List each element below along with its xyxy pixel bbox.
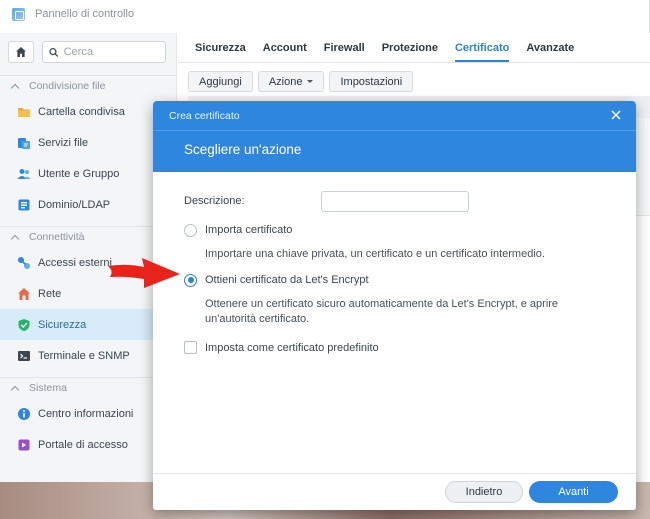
dialog-titlebar: Crea certificato (153, 101, 636, 131)
section-system[interactable]: Sistema (0, 377, 176, 398)
sidebar-item-label: Dominio/LDAP (38, 198, 111, 211)
sidebar-item-domain-ldap[interactable]: Dominio/LDAP (0, 189, 176, 220)
search-input[interactable] (63, 46, 165, 58)
description-row: Descrizione: (184, 190, 605, 212)
dialog-heading: Scegliere un'azione (184, 142, 302, 157)
red-arrow-annotation (108, 258, 180, 288)
next-button[interactable]: Avanti (529, 481, 618, 503)
folder-icon (17, 105, 31, 119)
directory-icon (17, 198, 31, 212)
sidebar-item-label: Accessi esterni (38, 256, 112, 269)
import-help-text: Importare una chiave privata, un certifi… (205, 248, 545, 260)
sidebar-item-label: Sicurezza (38, 318, 87, 331)
dialog-footer: Indietro Avanti (153, 473, 636, 510)
sidebar-item-security[interactable]: Sicurezza (0, 309, 162, 340)
sidebar-search-row (0, 33, 176, 69)
add-button[interactable]: Aggiungi (188, 71, 253, 92)
tab-security[interactable]: Sicurezza (195, 42, 246, 62)
home-button[interactable] (8, 41, 34, 63)
users-icon (17, 167, 31, 181)
settings-button-label: Impostazioni (340, 75, 403, 88)
network-icon (17, 287, 31, 301)
action-dropdown-label: Azione (268, 75, 303, 88)
section-label: Connettività (29, 231, 85, 243)
section-file-sharing[interactable]: Condivisione file (0, 75, 176, 96)
tab-protection[interactable]: Protezione (382, 42, 438, 62)
chevron-up-icon (10, 83, 20, 92)
dialog-body: Descrizione: Importa certificato Importa… (153, 190, 636, 354)
window-title: Pannello di controllo (35, 8, 135, 20)
sidebar-item-users[interactable]: Utente e Gruppo (0, 158, 176, 189)
section-label: Condivisione file (29, 80, 106, 92)
add-button-label: Aggiungi (199, 75, 242, 88)
sidebar-item-shared-folder[interactable]: Cartella condivisa (0, 96, 176, 127)
sidebar-item-label: Servizi file (38, 136, 89, 149)
create-certificate-dialog: Crea certificato Scegliere un'azione Des… (153, 101, 636, 510)
chevron-up-icon (10, 234, 20, 243)
caret-down-icon (307, 80, 314, 83)
external-access-icon (17, 256, 31, 270)
close-button[interactable] (610, 109, 622, 121)
sidebar-item-terminal-snmp[interactable]: Terminale e SNMP (0, 340, 176, 371)
close-icon (611, 110, 621, 120)
description-input[interactable] (321, 190, 469, 212)
tab-advanced[interactable]: Avanzate (526, 42, 574, 62)
search-icon (49, 47, 59, 57)
sidebar-item-label: Centro informazioni (38, 407, 134, 420)
action-dropdown[interactable]: Azione (257, 71, 325, 92)
tab-account[interactable]: Account (263, 42, 307, 62)
sidebar-item-label: Utente e Gruppo (38, 167, 120, 180)
back-button[interactable]: Indietro (445, 481, 523, 503)
tab-firewall[interactable]: Firewall (324, 42, 365, 62)
file-services-icon (17, 136, 31, 150)
control-panel-icon (12, 7, 25, 21)
lets-encrypt-radio-label: Ottieni certificato da Let's Encrypt (205, 274, 369, 286)
info-icon (17, 407, 31, 421)
home-icon (16, 47, 26, 57)
section-label: Sistema (29, 382, 67, 394)
sidebar-item-label: Rete (38, 287, 62, 300)
sidebar-item-label: Cartella condivisa (38, 105, 125, 118)
lets-encrypt-radio[interactable] (184, 273, 197, 287)
option-import-certificate[interactable]: Importa certificato (184, 222, 605, 238)
toolbar: Aggiungi Azione Impostazioni (178, 63, 650, 92)
default-certificate-checkbox[interactable] (184, 341, 197, 354)
shield-icon (17, 318, 31, 332)
login-portal-icon (17, 438, 31, 452)
chevron-up-icon (10, 385, 20, 394)
description-label: Descrizione: (184, 195, 245, 207)
dialog-header: Crea certificato Scegliere un'azione (153, 101, 636, 172)
lets-encrypt-help-text: Ottenere un certificato sicuro automatic… (205, 298, 559, 325)
tab-certificate[interactable]: Certificato (454, 42, 510, 62)
sidebar-item-label: Terminale e SNMP (38, 349, 130, 362)
sidebar-item-label: Portale di accesso (38, 438, 128, 451)
option-lets-encrypt[interactable]: Ottieni certificato da Let's Encrypt (184, 272, 605, 288)
default-certificate-option[interactable]: Imposta come certificato predefinito (184, 341, 605, 354)
dialog-window-title: Crea certificato (169, 109, 240, 122)
import-radio-label: Importa certificato (205, 224, 293, 236)
import-radio[interactable] (184, 223, 197, 237)
sidebar-item-login-portal[interactable]: Portale di accesso (0, 429, 176, 460)
sidebar-item-file-services[interactable]: Servizi file (0, 127, 176, 158)
default-certificate-label: Imposta come certificato predefinito (205, 341, 379, 354)
sidebar-item-info-center[interactable]: Centro informazioni (0, 398, 176, 429)
tab-bar: Sicurezza Account Firewall Protezione Ce… (178, 33, 650, 63)
section-connectivity[interactable]: Connettività (0, 226, 176, 247)
settings-button[interactable]: Impostazioni (329, 71, 414, 92)
window-titlebar: Pannello di controllo (0, 0, 649, 28)
terminal-icon (17, 349, 31, 363)
sidebar-search[interactable] (42, 41, 166, 63)
